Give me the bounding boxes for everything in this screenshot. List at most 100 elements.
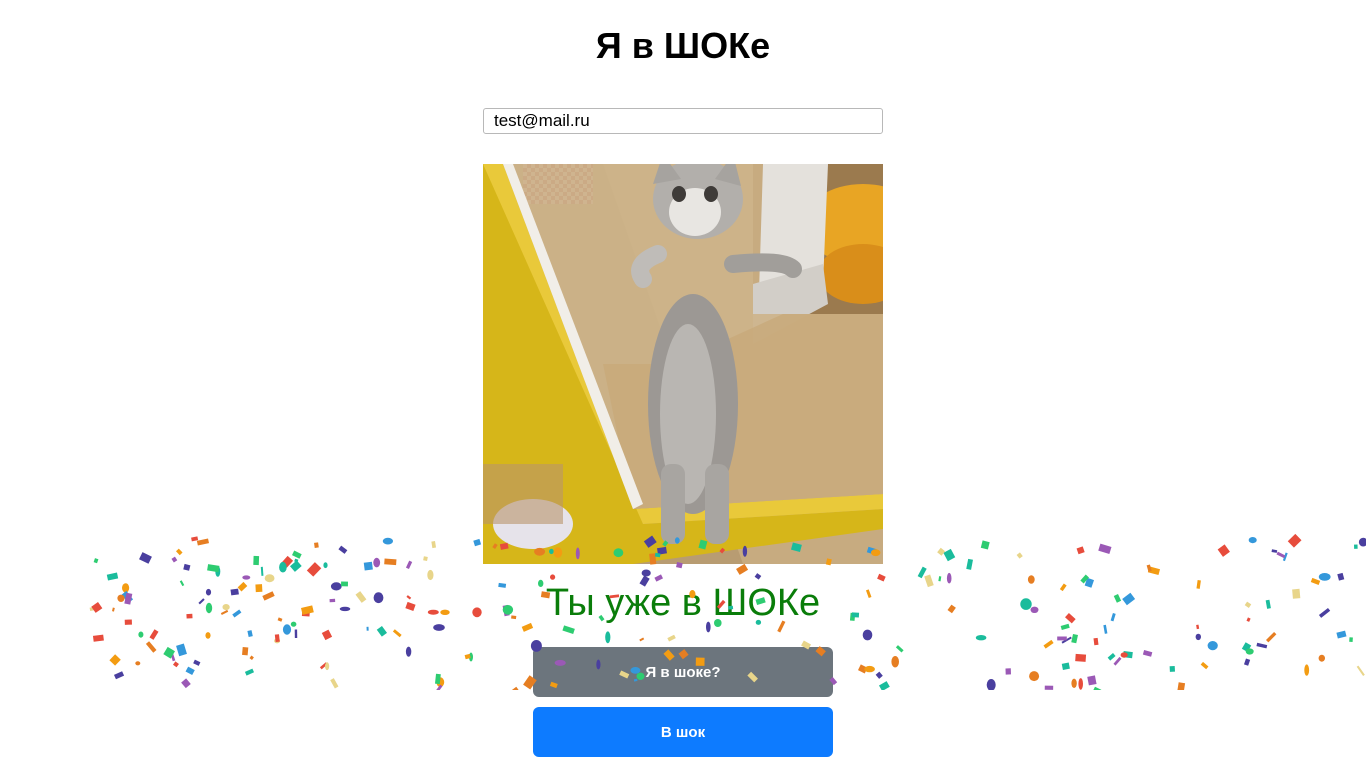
confetti-piece bbox=[145, 641, 157, 653]
cat-photo bbox=[483, 164, 883, 564]
confetti-piece bbox=[966, 558, 973, 570]
confetti-piece bbox=[1016, 552, 1023, 559]
confetti-piece bbox=[325, 662, 330, 671]
confetti-piece bbox=[215, 566, 221, 577]
confetti-piece bbox=[464, 653, 471, 660]
confetti-piece bbox=[639, 637, 645, 642]
check-shock-button[interactable]: Я в шоке? bbox=[533, 647, 833, 697]
confetti-piece bbox=[917, 566, 927, 579]
confetti-piece bbox=[196, 538, 209, 546]
confetti-piece bbox=[207, 564, 220, 573]
confetti-piece bbox=[294, 558, 299, 563]
confetti-piece bbox=[149, 629, 159, 640]
confetti-piece bbox=[323, 562, 328, 569]
confetti-piece bbox=[321, 629, 333, 641]
confetti-piece bbox=[862, 629, 873, 641]
confetti-piece bbox=[139, 552, 152, 564]
status-message: Ты уже в ШОКе bbox=[545, 582, 821, 624]
confetti-piece bbox=[875, 671, 883, 679]
page-title: Я в ШОКе bbox=[595, 25, 771, 66]
confetti-piece bbox=[1044, 685, 1054, 690]
confetti-piece bbox=[338, 545, 348, 554]
confetti-piece bbox=[1076, 546, 1085, 555]
confetti-piece bbox=[1282, 552, 1288, 562]
confetti-piece bbox=[895, 645, 904, 653]
confetti-piece bbox=[1266, 631, 1277, 643]
confetti-piece bbox=[376, 625, 387, 637]
confetti-piece bbox=[1287, 533, 1302, 548]
confetti-piece bbox=[289, 560, 302, 572]
confetti-piece bbox=[1217, 544, 1230, 557]
confetti-piece bbox=[736, 563, 749, 575]
confetti-piece bbox=[306, 562, 322, 577]
confetti-piece bbox=[943, 548, 956, 562]
confetti-piece bbox=[427, 569, 434, 581]
confetti-piece bbox=[667, 634, 676, 642]
confetti-piece bbox=[366, 626, 369, 631]
confetti-piece bbox=[405, 560, 413, 569]
confetti-piece bbox=[937, 547, 946, 556]
confetti-piece bbox=[138, 631, 144, 638]
confetti-piece bbox=[373, 557, 381, 568]
confetti-piece bbox=[242, 647, 249, 656]
confetti-piece bbox=[1093, 637, 1099, 646]
confetti-piece bbox=[864, 665, 875, 673]
confetti-piece bbox=[1103, 624, 1108, 634]
confetti-piece bbox=[183, 563, 191, 571]
confetti-piece bbox=[382, 537, 393, 545]
email-field[interactable] bbox=[483, 108, 883, 134]
confetti-piece bbox=[1147, 566, 1161, 576]
confetti-piece bbox=[1120, 652, 1128, 658]
confetti-piece bbox=[274, 638, 281, 644]
confetti-piece bbox=[1243, 658, 1251, 666]
confetti-piece bbox=[175, 548, 183, 556]
confetti-piece bbox=[1057, 636, 1067, 641]
confetti-piece bbox=[93, 558, 99, 564]
confetti-piece bbox=[1349, 637, 1353, 642]
confetti-piece bbox=[244, 668, 255, 676]
confetti-piece bbox=[247, 630, 253, 637]
confetti-piece bbox=[1061, 662, 1070, 670]
confetti-piece bbox=[193, 659, 201, 666]
confetti-piece bbox=[191, 536, 199, 542]
confetti-piece bbox=[1276, 551, 1286, 559]
confetti-piece bbox=[1078, 678, 1083, 690]
confetti-piece bbox=[423, 556, 428, 561]
confetti-piece bbox=[1169, 666, 1175, 672]
confetti-piece bbox=[605, 631, 611, 644]
confetti-piece bbox=[279, 561, 287, 573]
confetti-piece bbox=[260, 566, 264, 576]
confetti-piece bbox=[205, 632, 211, 639]
confetti-piece bbox=[1113, 656, 1122, 666]
shock-button[interactable]: В шок bbox=[533, 707, 833, 757]
confetti-piece bbox=[169, 649, 176, 662]
confetti-piece bbox=[181, 678, 191, 689]
confetti-piece bbox=[1107, 653, 1116, 661]
page: Я в ШОКе test@mail.ru Ты уже в ШОКе Я в … bbox=[0, 0, 1366, 757]
confetti-piece bbox=[1092, 686, 1102, 690]
confetti-piece bbox=[1043, 639, 1054, 649]
confetti-piece bbox=[1087, 675, 1097, 686]
confetti-piece bbox=[1318, 654, 1326, 662]
confetti-piece bbox=[562, 625, 575, 635]
confetti-piece bbox=[986, 679, 996, 690]
confetti-piece bbox=[1061, 636, 1072, 644]
confetti-piece bbox=[1195, 633, 1202, 641]
confetti-piece bbox=[135, 661, 141, 666]
confetti-piece bbox=[1142, 649, 1153, 657]
confetti-piece bbox=[1241, 642, 1252, 652]
confetti-piece bbox=[314, 542, 319, 548]
confetti-piece bbox=[1256, 642, 1268, 649]
confetti-piece bbox=[319, 662, 328, 670]
confetti-piece bbox=[473, 538, 482, 547]
confetti-piece bbox=[434, 673, 441, 685]
confetti-piece bbox=[163, 646, 175, 659]
confetti-piece bbox=[1336, 630, 1347, 639]
confetti-piece bbox=[1098, 543, 1112, 554]
confetti-piece bbox=[253, 555, 260, 566]
confetti-piece bbox=[249, 655, 254, 660]
confetti-piece bbox=[1071, 634, 1078, 644]
confetti-piece bbox=[171, 556, 178, 563]
confetti-piece bbox=[392, 629, 402, 638]
confetti-piece bbox=[641, 569, 651, 577]
